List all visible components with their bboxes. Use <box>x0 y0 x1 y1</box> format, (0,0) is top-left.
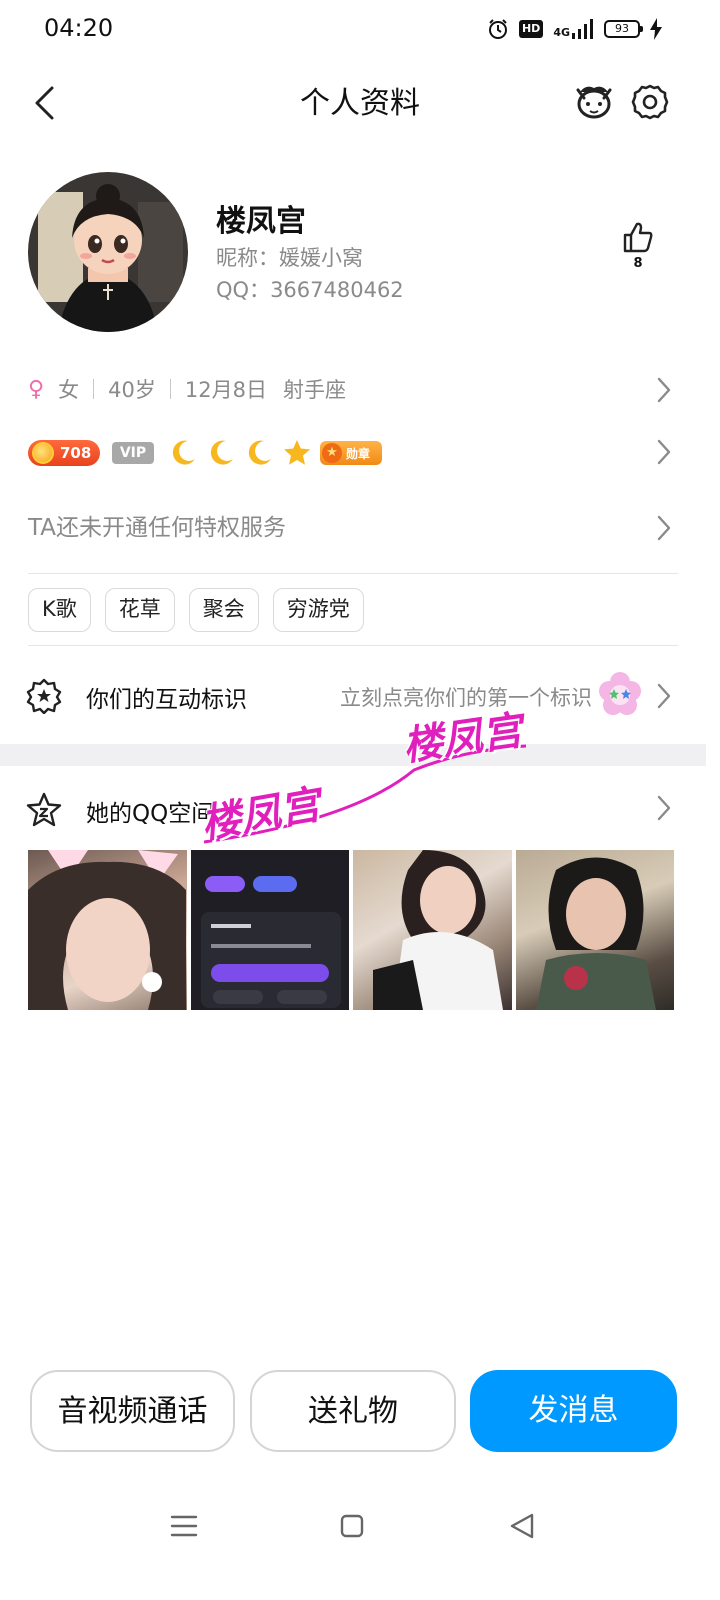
tag-item[interactable]: 聚会 <box>188 588 259 632</box>
thumbs-up-icon <box>623 222 653 253</box>
qzone-photo[interactable] <box>515 850 674 1010</box>
gear-icon <box>631 84 669 120</box>
profile-name: 楼凤宫 <box>216 204 306 239</box>
hd-badge: HD <box>518 20 544 38</box>
birthday-text: 12月8日 <box>184 378 267 402</box>
photo-content <box>535 857 656 1010</box>
send-message-button[interactable]: 发消息 <box>470 1370 677 1452</box>
female-icon: ♀ <box>28 376 45 402</box>
like-button[interactable]: 8 <box>616 220 660 278</box>
avatar-illustration <box>28 172 188 332</box>
settings-button[interactable] <box>630 82 670 122</box>
cat-face-icon <box>576 86 612 119</box>
nickname-value: 媛媛小窝 <box>279 246 363 270</box>
vip-badge: VIP <box>112 442 154 464</box>
menu-icon[interactable] <box>166 1508 202 1544</box>
network-type-label: 4G <box>553 26 570 39</box>
interest-tags: K歌 花草 聚会 穷游党 <box>28 588 364 632</box>
avatar[interactable] <box>28 172 188 332</box>
photo-content <box>200 876 341 1008</box>
interaction-marks-row[interactable]: 你们的互动标识 立刻点亮你们的第一个标识 <box>0 664 720 728</box>
charging-bolt-icon <box>650 18 662 40</box>
gender-text: 女 <box>58 378 80 402</box>
qq-number: 3667480462 <box>270 278 404 302</box>
moon-icon <box>248 440 271 465</box>
status-icons: HD 4G 93 <box>487 18 662 40</box>
basic-info-row[interactable]: ♀ 女 40岁 12月8日 射手座 <box>28 370 688 408</box>
chevron-right-icon <box>657 515 671 541</box>
interaction-label: 你们的互动标识 <box>86 687 247 713</box>
chevron-right-icon <box>657 795 671 821</box>
flower-icon <box>599 672 641 715</box>
qzone-photo[interactable] <box>190 850 349 1010</box>
privilege-row[interactable]: TA还未开通任何特权服务 <box>28 508 688 548</box>
level-badge: 708 <box>28 440 100 466</box>
battery-icon: 93 <box>604 20 643 38</box>
photo-content <box>373 850 503 1010</box>
separator <box>93 379 95 399</box>
qq-label: QQ： <box>216 278 271 302</box>
star-icon <box>284 440 310 465</box>
medal-label: 勋章 <box>346 446 371 461</box>
tag-item[interactable]: 穷游党 <box>272 588 364 632</box>
tag-item[interactable]: K歌 <box>28 588 91 632</box>
home-square-icon[interactable] <box>334 1508 370 1544</box>
video-call-button[interactable]: 音视频通话 <box>30 1370 235 1452</box>
zodiac-text: 射手座 <box>282 378 346 402</box>
photo-content <box>28 850 186 1010</box>
cat-face-button[interactable] <box>574 80 614 124</box>
nickname-row: 昵称：媛媛小窝 <box>216 242 363 272</box>
nickname-label: 昵称： <box>216 246 279 270</box>
chevron-right-icon <box>657 439 671 465</box>
divider <box>28 573 678 574</box>
qzone-photo[interactable] <box>353 850 512 1010</box>
like-count: 8 <box>633 256 643 271</box>
separator <box>169 379 171 399</box>
coin-icon <box>32 442 54 464</box>
moon-icon <box>172 440 195 465</box>
back-button[interactable] <box>26 82 66 126</box>
qzone-photo[interactable] <box>28 850 187 1010</box>
chevron-right-icon <box>657 377 671 403</box>
send-gift-button[interactable]: 送礼物 <box>250 1370 456 1452</box>
status-time: 04:20 <box>44 14 114 42</box>
back-arrow-icon <box>35 86 54 120</box>
medal-star-icon: ★ <box>322 443 342 463</box>
age-text: 40岁 <box>108 378 156 402</box>
chevron-right-icon <box>657 683 671 709</box>
status-bar: 04:20 HD 4G 93 <box>0 0 720 62</box>
system-nav-bar <box>0 1490 720 1560</box>
qq-number-row[interactable]: QQ：3667480462 <box>216 274 404 304</box>
alarm-icon <box>488 19 507 39</box>
badges-row[interactable]: 708 VIP ★ 勋章 <box>28 436 688 470</box>
qzone-photo-strip <box>28 850 674 1010</box>
qzone-label: 她的QQ空间 <box>86 801 215 827</box>
qzone-star-icon <box>26 792 62 827</box>
back-triangle-icon[interactable] <box>504 1508 540 1544</box>
badge-star-icon <box>26 678 62 714</box>
signal-icon: 4G <box>553 19 594 39</box>
medal-badge: ★ 勋章 <box>320 441 382 465</box>
moon-icon <box>210 440 233 465</box>
tag-item[interactable]: 花草 <box>104 588 175 632</box>
divider <box>28 645 678 646</box>
level-value: 708 <box>60 444 92 462</box>
